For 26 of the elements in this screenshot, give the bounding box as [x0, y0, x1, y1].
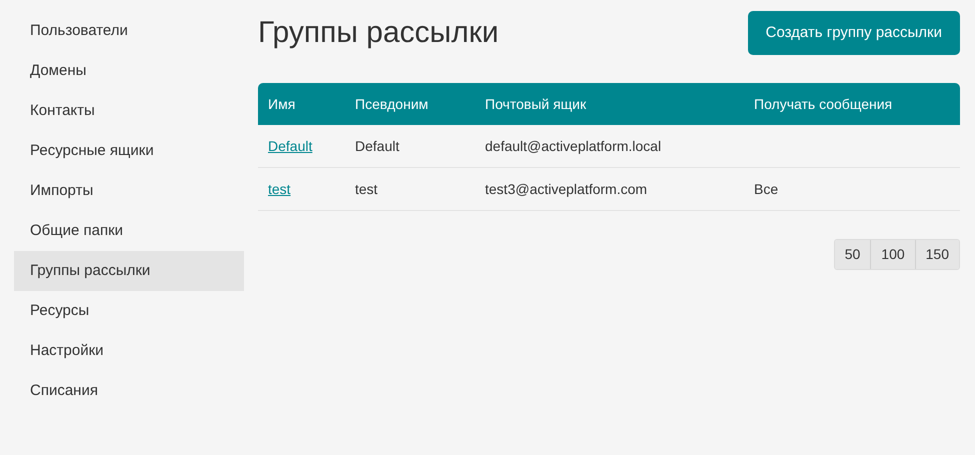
sidebar-item[interactable]: Домены [14, 51, 244, 91]
group-link[interactable]: test [268, 180, 291, 196]
sidebar-item[interactable]: Общие папки [14, 211, 244, 251]
create-group-button[interactable]: Создать группу рассылки [748, 11, 960, 55]
sidebar-item[interactable]: Импорты [14, 171, 244, 211]
sidebar-item[interactable]: Списания [14, 371, 244, 411]
sidebar-item[interactable]: Группы рассылки [14, 251, 244, 291]
column-header[interactable]: Имя [268, 96, 296, 112]
page-size-button[interactable]: 100 [870, 240, 915, 269]
page-size-button[interactable]: 50 [834, 240, 870, 269]
table-cell: default@activeplatform.local [485, 138, 662, 154]
sidebar-item[interactable]: Ресурсы [14, 291, 244, 331]
column-header[interactable]: Получать сообщения [754, 96, 892, 112]
table-cell: Все [754, 180, 778, 196]
table-cell: test3@activeplatform.com [485, 180, 648, 196]
sidebar-item[interactable]: Пользователи [14, 11, 244, 51]
group-link[interactable]: Default [268, 138, 312, 154]
page-title: Группы рассылки [258, 18, 499, 48]
sidebar-item[interactable]: Настройки [14, 331, 244, 371]
column-header[interactable]: Почтовый ящик [485, 96, 586, 112]
column-header[interactable]: Псевдоним [355, 96, 428, 112]
sidebar-item[interactable]: Контакты [14, 91, 244, 131]
table-cell: Default [355, 138, 400, 154]
page-size-button[interactable]: 150 [914, 240, 959, 269]
table-cell: test [355, 180, 378, 196]
sidebar-item[interactable]: Ресурсные ящики [14, 131, 244, 171]
